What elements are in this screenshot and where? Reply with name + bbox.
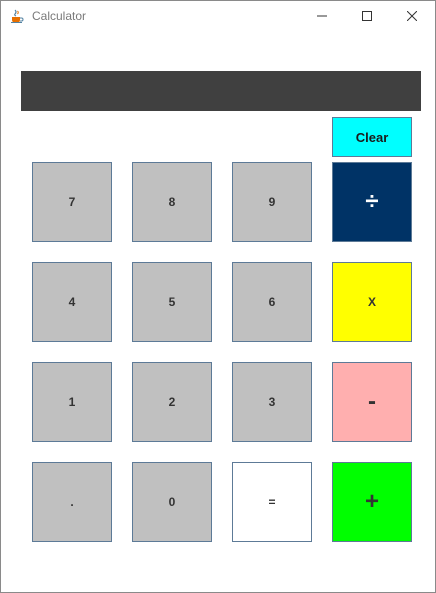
divide-button[interactable]: ÷ xyxy=(332,162,412,242)
digit-7-button[interactable]: 7 xyxy=(32,162,112,242)
equals-button[interactable]: = xyxy=(232,462,312,542)
digit-5-button[interactable]: 5 xyxy=(132,262,212,342)
maximize-button[interactable] xyxy=(344,1,390,31)
window-title: Calculator xyxy=(32,9,87,23)
calculator-window: Calculator Clear 7 8 9 ÷ 4 5 6 X 1 2 3 - xyxy=(0,0,436,593)
clear-button[interactable]: Clear xyxy=(332,117,412,157)
digit-0-button[interactable]: 0 xyxy=(132,462,212,542)
digit-1-button[interactable]: 1 xyxy=(32,362,112,442)
java-coffee-cup-icon xyxy=(9,8,25,24)
digit-8-button[interactable]: 8 xyxy=(132,162,212,242)
minimize-button[interactable] xyxy=(299,1,345,31)
minimize-icon xyxy=(317,15,327,17)
close-button[interactable] xyxy=(389,1,435,31)
digit-2-button[interactable]: 2 xyxy=(132,362,212,442)
subtract-button[interactable]: - xyxy=(332,362,412,442)
digit-4-button[interactable]: 4 xyxy=(32,262,112,342)
digit-3-button[interactable]: 3 xyxy=(232,362,312,442)
add-button[interactable]: + xyxy=(332,462,412,542)
calculator-display xyxy=(21,71,421,111)
title-bar[interactable]: Calculator xyxy=(1,1,435,31)
decimal-point-button[interactable]: . xyxy=(32,462,112,542)
maximize-icon xyxy=(362,11,372,21)
digit-9-button[interactable]: 9 xyxy=(232,162,312,242)
close-icon xyxy=(407,11,417,21)
digit-6-button[interactable]: 6 xyxy=(232,262,312,342)
multiply-button[interactable]: X xyxy=(332,262,412,342)
